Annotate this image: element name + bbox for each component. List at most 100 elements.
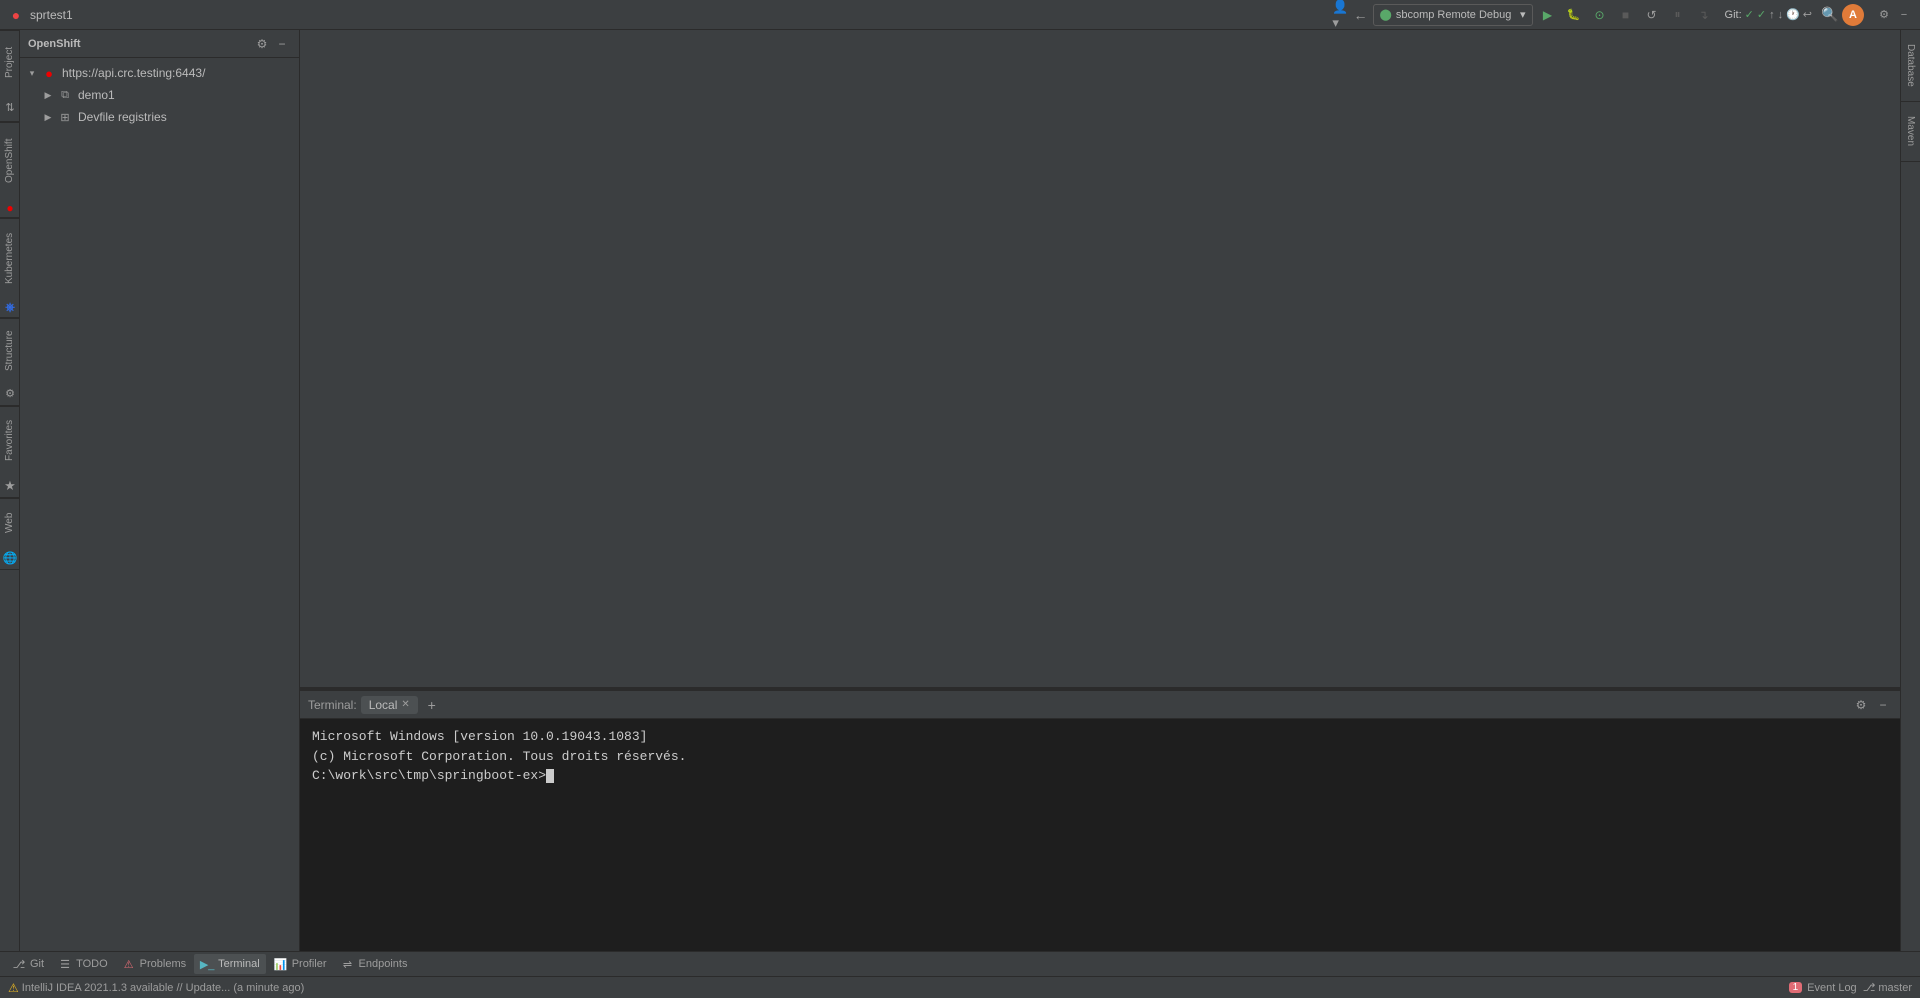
git-icon: ⎇ <box>12 957 26 971</box>
tree-arrow-server: ▾ <box>24 68 40 79</box>
sidebar-item-kubernetes[interactable]: Kubernetes <box>0 218 19 298</box>
sidebar-item-maven[interactable]: Maven <box>1901 102 1920 162</box>
terminal-cursor <box>546 769 554 783</box>
terminal-content: Microsoft Windows [version 10.0.19043.10… <box>300 719 1900 951</box>
terminal-minimize-button[interactable]: − <box>1874 696 1892 714</box>
git-check1: ✓ <box>1745 8 1754 21</box>
tree-item-demo1[interactable]: ▶ ⧉ demo1 <box>20 84 299 106</box>
devfile-icon: ⊞ <box>56 108 74 126</box>
openshift-icon-indicator[interactable]: ● <box>0 198 20 218</box>
problems-icon: ⚠ <box>122 957 136 971</box>
git-section: Git: ✓ ✓ ↑ ↓ 🕐 ↩ <box>1725 8 1812 21</box>
run-config-name: sbcomp Remote Debug <box>1396 9 1512 21</box>
sidebar-item-project[interactable]: Project <box>0 30 19 94</box>
event-log-badge: 1 <box>1789 982 1803 993</box>
run-config-chevron: ▾ <box>1520 8 1526 21</box>
tree-demo1-label: demo1 <box>78 88 115 102</box>
sidebar-item-favorites[interactable]: Favorites <box>0 406 19 474</box>
git-check2: ✓ <box>1757 8 1766 21</box>
toolbar-terminal-button[interactable]: ▶_ Terminal <box>194 954 266 974</box>
step-over-button[interactable]: ↴ <box>1693 4 1715 26</box>
openshift-panel-title: OpenShift <box>28 38 81 50</box>
git-rollback[interactable]: ↩ <box>1803 8 1812 21</box>
event-log-label: Event Log <box>1807 982 1857 994</box>
git-history[interactable]: 🕐 <box>1786 8 1800 21</box>
status-update-item[interactable]: ⚠ IntelliJ IDEA 2021.1.3 available // Up… <box>8 981 304 995</box>
debug-button[interactable]: 🐛 <box>1563 4 1585 26</box>
web-icon[interactable]: 🌐 <box>0 546 20 570</box>
terminal-tab-name: Local <box>369 698 398 712</box>
openshift-panel-header: OpenShift ⚙ − <box>20 30 299 58</box>
terminal-add-tab-button[interactable]: + <box>422 695 442 715</box>
rerun-button[interactable]: ↺ <box>1641 4 1663 26</box>
sidebar-item-database[interactable]: Database <box>1901 30 1920 102</box>
terminal-tab-local[interactable]: Local ✕ <box>361 696 418 714</box>
openshift-panel: OpenShift ⚙ − ▾ ● https://api.crc.testin… <box>20 30 300 951</box>
tree-arrow-demo1: ▶ <box>40 90 56 101</box>
run-config-dropdown[interactable]: ⬤ sbcomp Remote Debug ▾ <box>1373 4 1533 26</box>
openshift-settings-button[interactable]: ⚙ <box>253 35 271 53</box>
sidebar-item-structure[interactable]: Structure <box>0 318 19 382</box>
toolbar-problems-button[interactable]: ⚠ Problems <box>116 954 192 974</box>
minimize-window-button[interactable]: − <box>1896 7 1912 23</box>
profiler-icon: 📊 <box>274 957 288 971</box>
toolbar-endpoints-button[interactable]: ⇌ Endpoints <box>335 954 414 974</box>
pause-button[interactable]: ⏸ <box>1667 4 1689 26</box>
main-area: Project ⇅ OpenShift ● Kubernetes ⎈ Struc… <box>0 30 1920 951</box>
server-icon: ● <box>40 64 58 82</box>
bottom-toolbar: ⎇ Git ☰ TODO ⚠ Problems ▶_ Terminal 📊 Pr… <box>0 951 1920 976</box>
terminal-tabs: Terminal: Local ✕ + <box>308 695 442 715</box>
run-config-icon: ⬤ <box>1380 8 1392 21</box>
search-icon[interactable]: 🔍 <box>1822 7 1838 23</box>
toolbar-git-button[interactable]: ⎇ Git <box>6 954 50 974</box>
endpoints-icon: ⇌ <box>341 957 355 971</box>
terminal-panel: Terminal: Local ✕ + ⚙ − Microsoft Window… <box>300 691 1900 951</box>
editor-canvas <box>300 30 1900 687</box>
settings-icon[interactable]: ⚙ <box>1876 7 1892 23</box>
status-bar: ⚠ IntelliJ IDEA 2021.1.3 available // Up… <box>0 976 1920 998</box>
terminal-prompt-line: C:\work\src\tmp\springboot-ex> <box>312 766 1888 786</box>
openshift-tree: ▾ ● https://api.crc.testing:6443/ ▶ ⧉ de… <box>20 58 299 951</box>
sidebar-item-web[interactable]: Web <box>0 498 19 546</box>
back-icon[interactable]: ← <box>1353 7 1369 23</box>
tree-devfile-label: Devfile registries <box>78 110 167 124</box>
structure-settings-icon[interactable]: ⚙ <box>0 382 20 406</box>
terminal-tab-close[interactable]: ✕ <box>401 699 409 710</box>
terminal-line-1: Microsoft Windows [version 10.0.19043.10… <box>312 727 1888 747</box>
git-branch-name: master <box>1878 982 1912 994</box>
favorites-icon[interactable]: ★ <box>0 474 20 498</box>
run-button[interactable]: ▶ <box>1537 4 1559 26</box>
toolbar-profiler-button[interactable]: 📊 Profiler <box>268 954 333 974</box>
git-branch-item[interactable]: ⎇ master <box>1863 981 1912 994</box>
title-bar-title: sprtest1 <box>30 8 73 22</box>
avatar[interactable]: A <box>1842 4 1864 26</box>
terminal-icon: ▶_ <box>200 957 214 971</box>
terminal-header-actions: ⚙ − <box>1852 696 1892 714</box>
title-bar-right: 👤▾ ← ⬤ sbcomp Remote Debug ▾ ▶ 🐛 ⊙ ■ ↺ ⏸… <box>1333 4 1912 26</box>
user-menu-icon[interactable]: 👤▾ <box>1333 7 1349 23</box>
app-icon: ● <box>8 7 24 23</box>
coverage-button[interactable]: ⊙ <box>1589 4 1611 26</box>
vertical-panels: Terminal: Local ✕ + ⚙ − Microsoft Window… <box>300 30 1900 951</box>
terminal-settings-button[interactable]: ⚙ <box>1852 696 1870 714</box>
terminal-prompt-text: C:\work\src\tmp\springboot-ex> <box>312 768 546 783</box>
title-bar: ● sprtest1 👤▾ ← ⬤ sbcomp Remote Debug ▾ … <box>0 0 1920 30</box>
warning-icon: ⚠ <box>8 981 19 995</box>
left-sidebar-tabs: Project ⇅ OpenShift ● Kubernetes ⎈ Struc… <box>0 30 20 951</box>
event-log-item[interactable]: 1 Event Log <box>1789 982 1857 994</box>
status-update-text: IntelliJ IDEA 2021.1.3 available // Upda… <box>22 982 305 994</box>
kubernetes-icon-indicator[interactable]: ⎈ <box>0 298 20 318</box>
sidebar-item-pull-requests[interactable]: ⇅ <box>0 94 20 122</box>
sidebar-item-openshift[interactable]: OpenShift <box>0 122 19 198</box>
todo-icon: ☰ <box>58 957 72 971</box>
terminal-header: Terminal: Local ✕ + ⚙ − <box>300 691 1900 719</box>
openshift-header-actions: ⚙ − <box>253 35 291 53</box>
toolbar-todo-button[interactable]: ☰ TODO <box>52 954 114 974</box>
git-branch-icon: ⎇ <box>1863 981 1876 994</box>
openshift-minimize-button[interactable]: − <box>273 35 291 53</box>
tree-item-server[interactable]: ▾ ● https://api.crc.testing:6443/ <box>20 62 299 84</box>
tree-item-devfile[interactable]: ▶ ⊞ Devfile registries <box>20 106 299 128</box>
stop-button[interactable]: ■ <box>1615 4 1637 26</box>
demo1-icon: ⧉ <box>56 86 74 104</box>
status-bar-left: ⚠ IntelliJ IDEA 2021.1.3 available // Up… <box>8 981 304 995</box>
